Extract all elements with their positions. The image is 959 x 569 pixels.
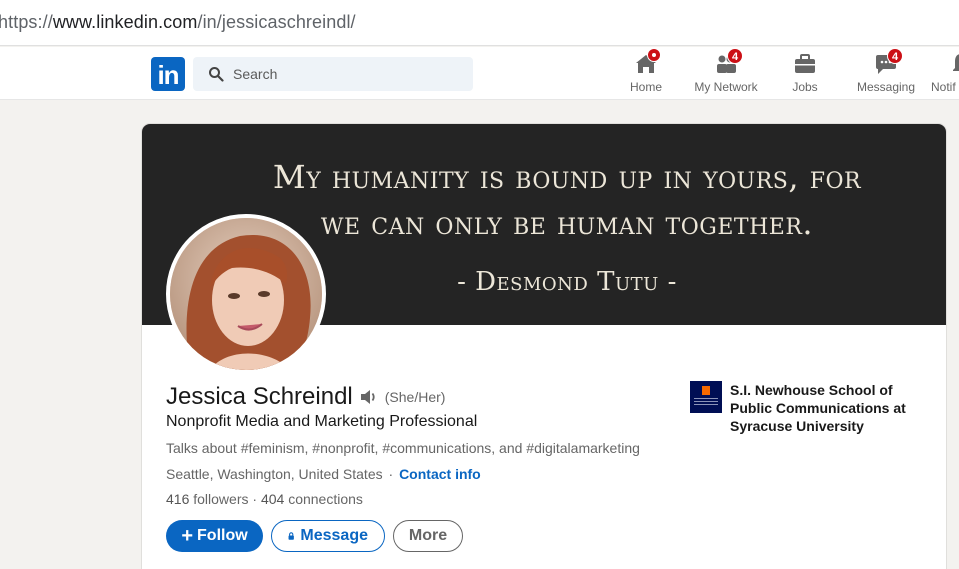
url-text[interactable]: https://www.linkedin.com/in/jessicaschre… bbox=[0, 12, 356, 33]
follow-label: Follow bbox=[197, 527, 248, 544]
connections-label: connections bbox=[288, 491, 363, 507]
nav-item-jobs[interactable]: Jobs bbox=[785, 52, 825, 98]
connections-count: 404 bbox=[260, 491, 285, 507]
global-nav: in Home 4 My Network bbox=[0, 47, 959, 100]
profile-pronouns: (She/Her) bbox=[384, 389, 446, 405]
nav-item-label: Notif bbox=[931, 80, 956, 94]
school-name: S.I. Newhouse School of Public Communica… bbox=[730, 382, 906, 434]
plus-icon: + bbox=[181, 525, 194, 547]
school-logo-lines bbox=[694, 398, 718, 399]
nav-item-label: My Network bbox=[694, 80, 758, 94]
nav-item-notifications[interactable]: Notif bbox=[931, 52, 959, 98]
message-label: Message bbox=[300, 527, 368, 544]
location-row: Seattle, Washington, United States · Con… bbox=[166, 466, 481, 482]
search-icon bbox=[209, 67, 224, 82]
followers-label: followers bbox=[193, 491, 249, 507]
messaging-badge: 4 bbox=[887, 48, 903, 64]
profile-avatar[interactable] bbox=[166, 214, 326, 374]
browser-address-bar[interactable]: https://www.linkedin.com/in/jessicaschre… bbox=[0, 0, 959, 46]
profile-actions: + Follow Message More bbox=[166, 520, 463, 552]
linkedin-logo[interactable]: in bbox=[151, 57, 185, 91]
school-logo bbox=[690, 381, 722, 413]
nav-item-messaging[interactable]: 4 Messaging bbox=[853, 48, 919, 98]
bell-icon bbox=[953, 54, 959, 71]
nav-item-label: Jobs bbox=[792, 80, 818, 94]
network-stats: 416 followers · 404 connections bbox=[166, 491, 363, 507]
briefcase-icon bbox=[795, 54, 815, 73]
profile-photo bbox=[170, 218, 322, 370]
followers-link[interactable]: 416 followers bbox=[166, 491, 249, 507]
name-pronunciation-speaker-icon[interactable] bbox=[359, 387, 379, 407]
notification-dot bbox=[647, 48, 661, 62]
nav-item-my-network[interactable]: 4 My Network bbox=[690, 48, 762, 98]
message-button[interactable]: Message bbox=[271, 520, 385, 552]
follow-button[interactable]: + Follow bbox=[166, 520, 263, 552]
education-school[interactable]: S.I. Newhouse School of Public Communica… bbox=[690, 381, 920, 435]
profile-headline: Nonprofit Media and Marketing Profession… bbox=[166, 413, 478, 430]
more-label: More bbox=[408, 527, 448, 544]
url-prefix: https:// bbox=[0, 12, 53, 32]
quote-line-1: My humanity is bound up in yours, for bbox=[272, 158, 862, 196]
profile-name: Jessica Schreindl bbox=[166, 383, 353, 410]
profile-card: My humanity is bound up in yours, for we… bbox=[142, 124, 946, 569]
search-input[interactable] bbox=[233, 64, 453, 84]
more-button[interactable]: More bbox=[393, 520, 463, 552]
url-path: /in/jessicaschreindl/ bbox=[197, 12, 356, 32]
profile-location: Seattle, Washington, United States bbox=[166, 466, 383, 482]
url-host: www.linkedin.com bbox=[52, 12, 198, 32]
followers-count: 416 bbox=[166, 491, 190, 507]
separator-dot: · bbox=[388, 466, 394, 482]
nav-item-label: Home bbox=[629, 80, 662, 94]
nav-item-home[interactable]: Home bbox=[624, 48, 668, 98]
lock-icon bbox=[288, 532, 294, 540]
contact-info-link[interactable]: Contact info bbox=[399, 466, 481, 482]
nav-item-label: Messaging bbox=[856, 80, 916, 94]
name-row: Jessica Schreindl (She/Her) bbox=[166, 383, 445, 411]
talks-about: Talks about #feminism, #nonprofit, #comm… bbox=[166, 440, 640, 456]
search-box[interactable] bbox=[193, 57, 473, 91]
school-logo-mark bbox=[702, 386, 710, 395]
connections-link[interactable]: 404 connections bbox=[261, 491, 363, 507]
separator-dot: · bbox=[252, 491, 258, 507]
network-badge: 4 bbox=[727, 48, 743, 64]
